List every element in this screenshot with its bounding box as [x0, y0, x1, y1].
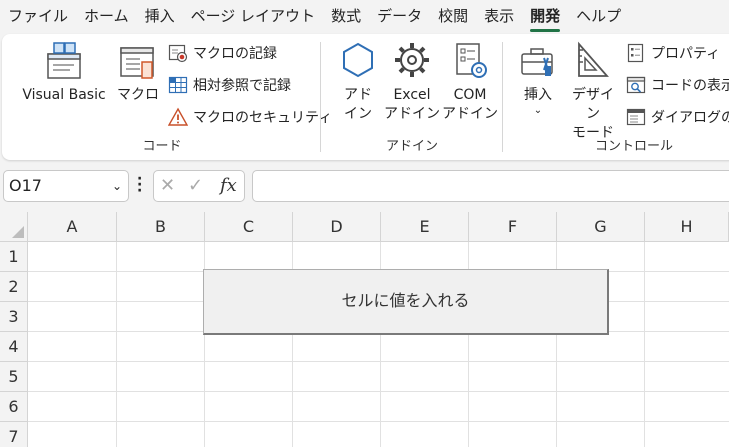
insert-control-button[interactable]: 挿入 ⌄ [516, 40, 560, 117]
ribbon-group-code: Visual Basic マクロ マクロの記録 相対参照で記録 マクロのセキュリ… [2, 34, 332, 160]
row-header-2[interactable]: 2 [0, 272, 28, 302]
macro-security-button[interactable]: マクロのセキュリティ [168, 107, 332, 127]
tab-review[interactable]: 校閲 [430, 0, 476, 34]
tab-formulas[interactable]: 数式 [323, 0, 369, 34]
properties-label: プロパティ [651, 46, 721, 62]
record-macro-icon [168, 44, 188, 63]
toolbox-icon [521, 48, 553, 76]
grid-line [28, 361, 729, 362]
ribbon-separator [320, 42, 321, 152]
visual-basic-icon [47, 42, 81, 79]
set-cell-value-button[interactable]: セルに値を入れる [203, 269, 609, 335]
excel-addins-label-line1: Excel [393, 87, 431, 103]
run-dialog-button[interactable]: ダイアログの実 [626, 107, 729, 127]
warning-icon [168, 107, 188, 126]
tab-file[interactable]: ファイル [0, 0, 76, 34]
formula-input[interactable] [252, 170, 729, 202]
design-mode-label-line1: デザイン [572, 87, 614, 122]
com-addins-label-line1: COM [453, 87, 487, 103]
visual-basic-label: Visual Basic [22, 87, 106, 103]
row-header-7[interactable]: 7 [0, 422, 28, 447]
relative-reference-button[interactable]: 相対参照で記録 [168, 75, 291, 95]
tab-help[interactable]: ヘルプ [568, 0, 629, 34]
record-macro-button[interactable]: マクロの記録 [168, 43, 277, 63]
column-header-d[interactable]: D [293, 212, 381, 242]
ribbon-group-controls: 挿入 ⌄ デザイン モード プロパティ コードの表示 ダイアログの コントロール [504, 34, 729, 160]
excel-window: ファイル ホーム 挿入 ページ レイアウト 数式 データ 校閲 表示 開発 ヘル… [0, 0, 729, 447]
insert-function-icon[interactable]: fx [220, 175, 237, 196]
ribbon-group-controls-label: コントロール [594, 139, 673, 154]
column-header-g[interactable]: G [557, 212, 645, 242]
design-mode-button[interactable]: デザイン モード [566, 40, 620, 143]
grid-line [116, 242, 117, 447]
addins-label-line1: アド [344, 87, 372, 103]
column-header-a[interactable]: A [28, 212, 117, 242]
ribbon-group-addins-label: アドイン [385, 139, 438, 154]
tab-developer[interactable]: 開発 [522, 0, 568, 34]
view-code-button[interactable]: コードの表示 [626, 75, 729, 95]
chevron-down-icon[interactable]: ⌄ [112, 171, 122, 201]
more-options-icon[interactable]: · · · [137, 172, 142, 198]
menu-tabs: ファイル ホーム 挿入 ページ レイアウト 数式 データ 校閲 表示 開発 ヘル… [0, 0, 729, 34]
formula-tools: ✕ ✓ fx [153, 170, 245, 202]
ribbon: Visual Basic マクロ マクロの記録 相対参照で記録 マクロのセキュリ… [2, 34, 729, 160]
view-code-label: コードの表示 [651, 78, 729, 94]
tab-page-layout[interactable]: ページ レイアウト [183, 0, 323, 34]
macro-security-label: マクロのセキュリティ [193, 110, 333, 126]
enter-icon[interactable]: ✓ [188, 175, 203, 196]
addins-hexagon-icon [343, 42, 373, 78]
macro-label: マクロ [117, 87, 159, 103]
properties-icon [627, 43, 644, 63]
record-macro-label: マクロの記録 [193, 46, 277, 62]
ribbon-group-code-label: コード [142, 139, 182, 154]
addins-label-line2: イン [344, 106, 372, 122]
com-addins-label-line2: アドイン [442, 106, 498, 122]
excel-addins-label-line2: アドイン [384, 106, 440, 122]
name-box-value: O17 [9, 176, 42, 195]
ribbon-group-addins: アド イン Excel アドイン COM アドイン アドイン [322, 34, 502, 160]
row-header-6[interactable]: 6 [0, 392, 28, 422]
column-header-f[interactable]: F [469, 212, 557, 242]
tab-insert[interactable]: 挿入 [137, 0, 183, 34]
visual-basic-button[interactable]: Visual Basic [18, 40, 110, 105]
row-header-5[interactable]: 5 [0, 362, 28, 392]
run-dialog-icon [626, 108, 646, 126]
column-header-e[interactable]: E [381, 212, 469, 242]
formula-bar-area: O17 ⌄ · · · ✕ ✓ fx [0, 168, 729, 206]
gear-icon [395, 43, 429, 77]
properties-button[interactable]: プロパティ [626, 43, 720, 63]
design-mode-icon [578, 41, 609, 77]
grid-line [644, 242, 645, 447]
ribbon-separator [502, 42, 503, 152]
column-header-h[interactable]: H [645, 212, 729, 242]
tab-data[interactable]: データ [369, 0, 430, 34]
run-dialog-label: ダイアログの実 [651, 110, 729, 126]
relative-reference-icon [168, 76, 188, 94]
macro-icon [120, 47, 154, 79]
select-all-button[interactable] [0, 212, 28, 242]
excel-addins-button[interactable]: Excel アドイン [384, 40, 440, 124]
column-header-c[interactable]: C [205, 212, 293, 242]
grid-line [28, 421, 729, 422]
tab-view[interactable]: 表示 [476, 0, 522, 34]
tab-home[interactable]: ホーム [76, 0, 137, 34]
view-code-icon [626, 76, 646, 94]
insert-control-label: 挿入 [524, 87, 552, 103]
chevron-down-icon: ⌄ [533, 105, 543, 116]
addins-button[interactable]: アド イン [336, 40, 380, 124]
column-header-b[interactable]: B [117, 212, 205, 242]
grid-line [28, 391, 729, 392]
com-addins-icon [456, 43, 487, 78]
row-header-3[interactable]: 3 [0, 302, 28, 332]
com-addins-button[interactable]: COM アドイン [442, 40, 498, 124]
cancel-icon[interactable]: ✕ [160, 175, 175, 196]
name-box[interactable]: O17 ⌄ [3, 170, 129, 202]
relative-reference-label: 相対参照で記録 [193, 78, 291, 94]
row-header-4[interactable]: 4 [0, 332, 28, 362]
macro-button[interactable]: マクロ [114, 40, 162, 105]
row-header-1[interactable]: 1 [0, 242, 28, 272]
